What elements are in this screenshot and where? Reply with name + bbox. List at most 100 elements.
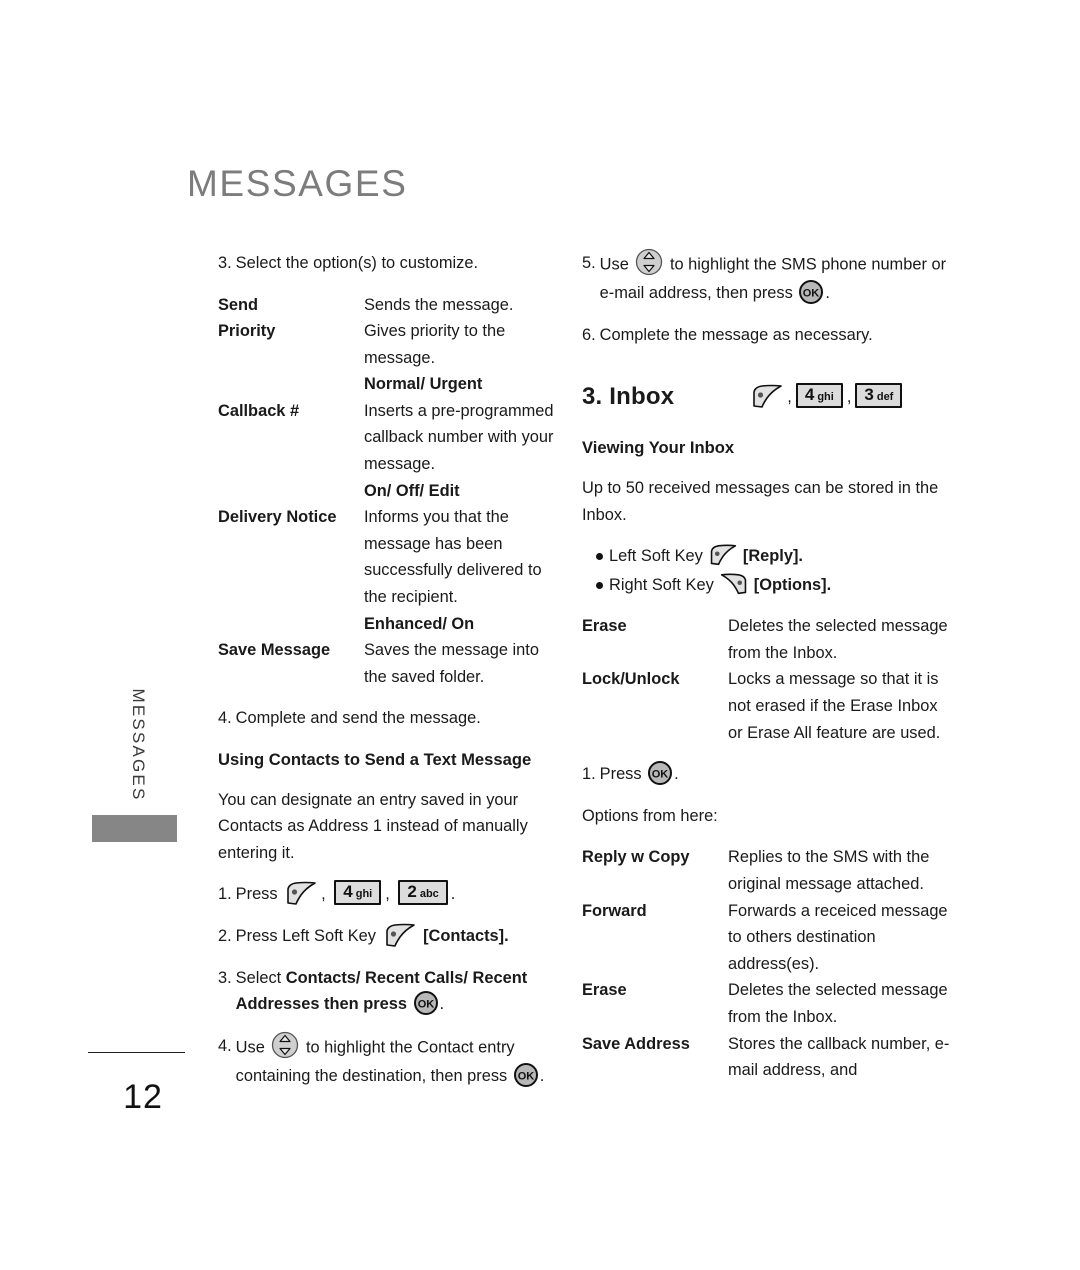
step-number: 2. (218, 927, 232, 946)
left-soft-key-icon[interactable] (708, 544, 738, 567)
option-term: Save Message (218, 641, 331, 660)
option-values: Normal/ Urgent (364, 375, 483, 394)
option-term: Priority (218, 322, 276, 341)
option-desc: Informs you that the message has been su… (364, 504, 563, 637)
svg-text:OK: OK (803, 287, 820, 299)
step-1-press-keys: 1. Press , 4 ghi , 2 abc . (218, 880, 563, 908)
side-tab: MESSAGES (118, 688, 158, 820)
step-4-use-nav: 4. Use to highlight the Contact entry co… (218, 1030, 563, 1090)
keycap-number: 2 (407, 882, 417, 902)
using-contacts-intro: You can designate an entry saved in your… (218, 790, 528, 862)
softkey-label: Right Soft Key (609, 575, 714, 594)
step5-post: . (825, 284, 830, 302)
navigation-key-icon[interactable] (634, 247, 664, 277)
option-row-erase: Erase Deletes the selected message from … (582, 977, 954, 1030)
option-row-delivery-notice: Delivery Notice Informs you that the mes… (218, 504, 563, 637)
option-row-callback: Callback # Inserts a pre-programmed call… (218, 398, 563, 504)
option-desc: Replies to the SMS with the original mes… (728, 848, 930, 894)
left-column: 3. Select the option(s) to customize. Se… (218, 250, 563, 1105)
left-soft-key-icon[interactable] (383, 923, 417, 949)
option-term: Send (218, 295, 259, 314)
trailing-period: . (674, 765, 679, 784)
option-desc: Locks a message so that it is not erased… (728, 670, 941, 742)
step-text: Complete the message as necessary. (599, 325, 873, 344)
keycap-4-ghi[interactable]: 4 ghi (334, 880, 382, 906)
option-term: Callback # (218, 401, 300, 420)
step-number: 4. (218, 709, 232, 728)
step-5-use-nav: 5. Use to highlight the SMS phone number… (582, 247, 954, 307)
step-3-select-contacts: 3. Select Contacts/ Recent Calls/ Recent… (218, 965, 563, 1018)
keycap-number: 4 (804, 385, 815, 405)
side-tab-label: MESSAGES (129, 688, 148, 802)
keycap-number: 3 (864, 385, 874, 405)
svg-text:OK: OK (652, 768, 669, 780)
option-row-priority: Priority Gives priority to the message. … (218, 318, 563, 398)
left-soft-key-icon[interactable] (284, 881, 318, 907)
step-number: 3. (218, 968, 232, 987)
keycap-number: 4 (343, 882, 353, 902)
option-row-save-address: Save Address Stores the callback number,… (582, 1031, 954, 1084)
step-6-complete-message: 6. Complete the message as necessary. (582, 322, 954, 349)
step-1-press-ok: 1. Press OK . (582, 760, 954, 788)
select-step-pre: Select (235, 968, 286, 987)
manual-page: MESSAGES 12 MESSAGES 3. Select the optio… (0, 0, 1080, 1270)
option-row-forward: Forward Forwards a receiced message to o… (582, 898, 954, 978)
option-desc: Stores the callback number, e-mail addre… (728, 1034, 950, 1080)
option-desc-text: Informs you that the message has been su… (364, 508, 542, 606)
step-number: 4. (218, 1037, 232, 1056)
option-desc: Sends the message. (364, 295, 514, 314)
keycap-3-def[interactable]: 3 def (855, 383, 903, 409)
option-term: Lock/Unlock (582, 670, 680, 689)
step-4-complete-send: 4. Complete and send the message. (218, 705, 563, 732)
inbox-option-row-erase: Erase Deletes the selected message from … (582, 613, 954, 666)
ok-key-icon[interactable]: OK (413, 990, 439, 1016)
bullet-dot-icon (596, 553, 603, 561)
ok-key-icon[interactable]: OK (647, 760, 673, 786)
option-desc-text: Gives priority to the message. (364, 322, 506, 367)
bullet-right-soft-key: Right Soft Key [Options]. (596, 572, 954, 599)
options-from-here-label: Options from here: (582, 806, 718, 825)
keycap-2-abc[interactable]: 2 abc (398, 880, 448, 906)
keycap-letters: abc (419, 888, 439, 901)
option-term: Erase (582, 617, 627, 636)
step-number: 1. (218, 885, 232, 904)
navigation-key-icon[interactable] (270, 1030, 300, 1060)
option-term: Erase (582, 981, 627, 1000)
inbox-shortcut-keys: , 4 ghi , 3 def (748, 383, 905, 411)
bullet-left-soft-key: Left Soft Key [Reply]. (596, 543, 954, 570)
softkey-action: [Options]. (753, 575, 832, 594)
step-text: Select the option(s) to customize. (235, 254, 479, 272)
trailing-period: . (450, 885, 456, 904)
bullet-dot-icon (596, 582, 603, 590)
ok-key-icon[interactable]: OK (798, 279, 824, 305)
section-heading-using-contacts: Using Contacts to Send a Text Message (218, 749, 532, 769)
option-row-save-message: Save Message Saves the message into the … (218, 637, 563, 690)
option-values: On/ Off/ Edit (364, 481, 460, 500)
option-desc: Deletes the selected message from the In… (728, 981, 948, 1026)
press-label: Press (599, 765, 642, 784)
option-desc: Saves the message into the saved folder. (364, 641, 539, 686)
step-number: 6. (582, 325, 596, 344)
option-row-send: Send Sends the message. (218, 292, 563, 319)
keycap-letters: ghi (355, 888, 373, 901)
press-label: Press (235, 885, 278, 904)
left-soft-key-icon[interactable] (750, 384, 784, 410)
softkey-action: [Reply]. (742, 547, 803, 566)
page-number: 12 (123, 1078, 163, 1116)
section-heading-viewing-inbox: Viewing Your Inbox (582, 438, 735, 458)
option-term: Delivery Notice (218, 508, 337, 527)
step-3-select-options: 3. Select the option(s) to customize. (218, 250, 563, 277)
select-step-post: . (439, 995, 445, 1014)
option-values: Enhanced/ On (364, 614, 475, 633)
inbox-title: 3. Inbox (582, 383, 675, 411)
softkey-step-pre: Press Left Soft Key (235, 927, 376, 946)
side-tab-bar (92, 815, 177, 842)
step-2-press-left-soft-key: 2. Press Left Soft Key [Contacts]. (218, 923, 563, 950)
right-column: 5. Use to highlight the SMS phone number… (582, 247, 954, 1084)
softkey-label: Left Soft Key (609, 547, 703, 566)
keycap-4-ghi[interactable]: 4 ghi (795, 383, 843, 409)
ok-key-icon[interactable]: OK (513, 1062, 539, 1088)
right-soft-key-icon[interactable] (719, 573, 749, 596)
chapter-title: MESSAGES (187, 163, 408, 204)
option-desc: Gives priority to the message. Normal/ U… (364, 318, 563, 398)
